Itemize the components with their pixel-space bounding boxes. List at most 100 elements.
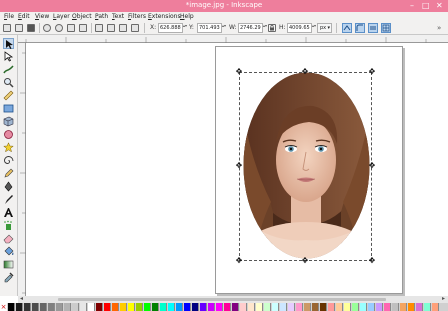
color-swatch[interactable] — [368, 303, 375, 311]
color-swatch[interactable] — [344, 303, 351, 311]
color-swatch[interactable] — [104, 303, 111, 311]
raise-to-top-icon[interactable] — [95, 24, 103, 32]
color-swatch[interactable] — [56, 303, 63, 311]
close-button[interactable]: ✕ — [436, 1, 443, 10]
resize-handle-bottom-right[interactable]: ✥ — [368, 257, 376, 265]
flip-vertical-icon[interactable] — [79, 24, 87, 32]
color-swatch[interactable] — [72, 303, 79, 311]
color-swatch[interactable] — [120, 303, 127, 311]
color-swatch[interactable] — [168, 303, 175, 311]
maximize-button[interactable]: □ — [422, 1, 430, 10]
select-all-icon[interactable] — [3, 24, 11, 32]
ellipse-tool-icon[interactable] — [3, 129, 14, 140]
paint-bucket-tool-icon[interactable] — [3, 246, 14, 257]
color-swatch[interactable] — [96, 303, 103, 311]
color-swatch[interactable] — [424, 303, 431, 311]
pencil-tool-icon[interactable] — [3, 168, 14, 179]
move-gradients-icon[interactable] — [368, 23, 378, 33]
menu-layer[interactable]: Layer — [53, 13, 70, 20]
color-swatch[interactable] — [32, 303, 39, 311]
horizontal-ruler[interactable] — [18, 35, 448, 43]
color-swatch[interactable] — [184, 303, 191, 311]
color-swatch[interactable] — [192, 303, 199, 311]
color-swatch[interactable] — [328, 303, 335, 311]
color-swatch[interactable] — [392, 303, 399, 311]
calligraphy-tool-icon[interactable] — [3, 194, 14, 205]
color-swatch[interactable] — [384, 303, 391, 311]
no-paint-swatch[interactable]: × — [0, 303, 7, 311]
zoom-tool-icon[interactable] — [3, 77, 14, 88]
width-field[interactable]: 2746.29 — [238, 23, 263, 33]
tweak-tool-icon[interactable] — [3, 64, 14, 75]
color-swatch[interactable] — [208, 303, 215, 311]
color-swatch[interactable] — [8, 303, 15, 311]
lower-to-bottom-icon[interactable] — [131, 24, 139, 32]
x-field[interactable]: 626.888 — [158, 23, 183, 33]
color-swatch[interactable] — [88, 303, 95, 311]
color-swatch[interactable] — [80, 303, 87, 311]
color-swatch[interactable] — [224, 303, 231, 311]
color-swatch[interactable] — [304, 303, 311, 311]
resize-handle-bottom[interactable]: ✥ — [301, 257, 309, 265]
eraser-tool-icon[interactable] — [3, 233, 14, 244]
menu-filters[interactable]: Filters — [128, 13, 146, 20]
star-tool-icon[interactable] — [3, 142, 14, 153]
node-tool-icon[interactable] — [3, 51, 14, 62]
pen-tool-icon[interactable] — [3, 181, 14, 192]
color-swatch[interactable] — [200, 303, 207, 311]
menu-edit[interactable]: Edit — [18, 13, 30, 20]
color-swatch[interactable] — [360, 303, 367, 311]
color-swatch[interactable] — [152, 303, 159, 311]
color-swatch[interactable] — [376, 303, 383, 311]
y-field[interactable]: 701.493 — [197, 23, 222, 33]
measure-tool-icon[interactable] — [3, 90, 14, 101]
color-swatch[interactable] — [280, 303, 287, 311]
menu-view[interactable]: View — [35, 13, 49, 20]
color-swatch[interactable] — [24, 303, 31, 311]
color-swatch[interactable] — [232, 303, 239, 311]
color-swatch[interactable] — [216, 303, 223, 311]
color-swatch[interactable] — [432, 303, 439, 311]
color-swatch[interactable] — [16, 303, 23, 311]
height-spinner[interactable]: ▴▾ — [312, 23, 316, 33]
color-swatch[interactable] — [312, 303, 319, 311]
color-swatch[interactable] — [64, 303, 71, 311]
rectangle-tool-icon[interactable] — [3, 103, 14, 114]
width-spinner[interactable]: ▴▾ — [263, 23, 267, 33]
selector-tool-icon[interactable] — [3, 38, 14, 49]
color-swatch[interactable] — [128, 303, 135, 311]
menu-help[interactable]: Help — [180, 13, 194, 20]
deselect-icon[interactable] — [27, 24, 35, 32]
scroll-right-icon[interactable]: ▸ — [442, 295, 445, 302]
resize-handle-top-left[interactable]: ✥ — [235, 68, 243, 76]
rotate-ccw-icon[interactable] — [43, 24, 51, 32]
scale-corners-icon[interactable] — [355, 23, 365, 33]
drawing-canvas[interactable]: ✥ ✥ ✥ ✥ ✥ ✥ ✥ ✥ — [26, 43, 448, 296]
color-swatch[interactable] — [320, 303, 327, 311]
menu-text[interactable]: Text — [112, 13, 124, 20]
horizontal-scrollbar[interactable]: ◂ ▸ — [18, 295, 448, 303]
menu-path[interactable]: Path — [95, 13, 108, 20]
x-spinner[interactable]: ▴▾ — [183, 23, 187, 33]
text-tool-icon[interactable] — [3, 207, 14, 218]
color-swatch[interactable] — [416, 303, 423, 311]
scroll-left-icon[interactable]: ◂ — [20, 295, 23, 302]
color-swatch[interactable] — [264, 303, 271, 311]
color-swatch[interactable] — [248, 303, 255, 311]
color-swatch[interactable] — [48, 303, 55, 311]
vertical-ruler[interactable] — [18, 43, 26, 296]
color-swatch[interactable] — [112, 303, 119, 311]
color-swatch[interactable] — [288, 303, 295, 311]
toolbar-overflow-icon[interactable]: » — [437, 24, 441, 32]
select-all-layers-icon[interactable] — [15, 24, 23, 32]
scrollbar-thumb[interactable] — [58, 298, 386, 301]
menu-file[interactable]: File — [4, 13, 14, 20]
resize-handle-top-right[interactable]: ✥ — [368, 68, 376, 76]
move-patterns-icon[interactable] — [381, 23, 391, 33]
menu-extensions[interactable]: Extensions — [148, 13, 181, 20]
flip-horizontal-icon[interactable] — [67, 24, 75, 32]
lower-icon[interactable] — [119, 24, 127, 32]
y-spinner[interactable]: ▴▾ — [222, 23, 226, 33]
rotate-cw-icon[interactable] — [55, 24, 63, 32]
scale-stroke-icon[interactable] — [342, 23, 352, 33]
